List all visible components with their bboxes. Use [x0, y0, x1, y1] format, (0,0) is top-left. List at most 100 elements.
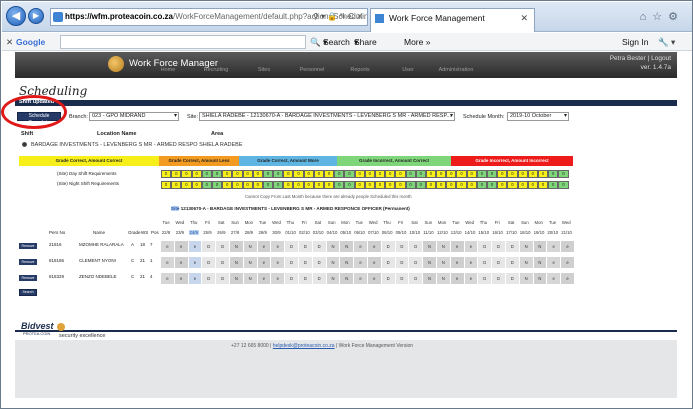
shift-cell[interactable]: D — [395, 241, 410, 252]
shift-cell[interactable]: D — [202, 273, 217, 284]
shift-cell[interactable]: D — [312, 241, 327, 252]
shift-cell[interactable]: e — [188, 241, 203, 252]
helpdesk-link[interactable]: helpdesk@proteacoin.co.za — [273, 343, 335, 349]
nav-user[interactable]: User — [383, 67, 433, 73]
shift-cell[interactable]: e — [354, 273, 368, 284]
shift-cell[interactable]: e — [450, 241, 465, 252]
shift-cell[interactable]: D — [285, 257, 299, 268]
shift-cell[interactable]: e — [547, 241, 562, 252]
shift-cell[interactable]: N — [229, 273, 244, 284]
shift-cell[interactable]: N — [340, 257, 355, 268]
tab-close-icon[interactable]: ✕ — [520, 9, 528, 27]
shift-cell[interactable]: D — [381, 257, 396, 268]
shift-cell[interactable]: e — [174, 257, 189, 268]
shift-cell[interactable]: D — [505, 257, 520, 268]
shift-cell[interactable]: e — [367, 241, 382, 252]
shift-cell[interactable]: N — [533, 257, 548, 268]
shift-cell[interactable]: D — [312, 257, 327, 268]
shift-cell[interactable]: D — [505, 273, 520, 284]
nav-home[interactable]: Home — [143, 67, 193, 73]
address-tools-icon[interactable]: ⚲ ▾ 🔒 ✎ C ✕ — [313, 9, 363, 25]
shift-cell[interactable]: D — [478, 241, 493, 252]
branch-select[interactable]: 023 - GPO MIDRAND — [89, 112, 179, 121]
shift-cell[interactable]: N — [243, 241, 258, 252]
wrench-icon[interactable]: 🔧 ▾ — [658, 33, 675, 51]
user-logout[interactable]: Petra Bester | Logout — [610, 54, 671, 63]
shift-cell[interactable]: e — [450, 257, 465, 268]
shift-cell[interactable]: D — [298, 241, 313, 252]
shift-cell[interactable]: N — [423, 241, 437, 252]
nav-sites[interactable]: Sites — [239, 67, 289, 73]
shift-cell[interactable]: N — [326, 241, 341, 252]
shift-cell[interactable]: e — [174, 241, 189, 252]
shift-cell[interactable]: e — [188, 273, 203, 284]
shift-cell[interactable]: e — [188, 257, 203, 268]
shift-cell[interactable]: N — [229, 241, 244, 252]
shift-cell[interactable]: e — [271, 257, 286, 268]
shift-cell[interactable]: D — [409, 273, 424, 284]
shift-cell[interactable]: N — [519, 241, 534, 252]
shift-cell[interactable]: D — [381, 273, 396, 284]
more-button[interactable]: More » — [404, 33, 430, 51]
shift-cell[interactable]: N — [519, 257, 534, 268]
shift-cell[interactable]: e — [547, 257, 562, 268]
nav-recruiting[interactable]: Recruiting — [191, 67, 241, 73]
site-select[interactable]: SHIELA RADEBE - 12130670-A - BARDAGE INV… — [199, 112, 455, 121]
shift-cell[interactable]: e — [561, 257, 575, 268]
shift-cell[interactable]: N — [243, 257, 258, 268]
shift-cell[interactable]: D — [285, 273, 299, 284]
shift-cell[interactable]: N — [436, 241, 451, 252]
shift-cell[interactable]: D — [395, 257, 410, 268]
shift-cell[interactable]: D — [216, 241, 230, 252]
shift-cell[interactable]: N — [423, 257, 437, 268]
shift-cell[interactable]: D — [285, 241, 299, 252]
shift-cell[interactable]: D — [381, 241, 396, 252]
shift-cell[interactable]: N — [519, 273, 534, 284]
remove-button[interactable]: Remove — [19, 275, 37, 281]
shift-cell[interactable]: e — [547, 273, 562, 284]
google-search-input[interactable] — [60, 35, 306, 49]
shift-cell[interactable]: e — [561, 241, 575, 252]
shift-cell[interactable]: e — [450, 273, 465, 284]
shift-cell[interactable]: N — [436, 257, 451, 268]
forward-icon[interactable]: ▶ — [28, 8, 44, 24]
shift-cell[interactable]: e — [367, 257, 382, 268]
nav-reports[interactable]: Reports — [335, 67, 385, 73]
remove-button[interactable]: Remove — [19, 259, 37, 265]
shift-cell[interactable]: e — [271, 273, 286, 284]
shift-cell[interactable]: e — [354, 257, 368, 268]
shift-cell[interactable]: e — [161, 273, 175, 284]
shift-cell[interactable]: D — [409, 241, 424, 252]
shift-cell[interactable]: e — [354, 241, 368, 252]
location-radio[interactable] — [22, 142, 27, 147]
shift-cell[interactable]: D — [478, 257, 493, 268]
back-icon[interactable]: ◀ — [6, 6, 26, 26]
shift-cell[interactable]: N — [423, 273, 437, 284]
shift-cell[interactable]: e — [464, 273, 479, 284]
shift-cell[interactable]: D — [216, 273, 230, 284]
shift-cell[interactable]: N — [340, 273, 355, 284]
shift-cell[interactable]: D — [505, 241, 520, 252]
shift-cell[interactable]: N — [436, 273, 451, 284]
remove-button[interactable]: Remove — [19, 243, 37, 249]
home-favorites-settings-icons[interactable]: ⌂☆⚙ — [640, 10, 684, 23]
shift-cell[interactable]: D — [216, 257, 230, 268]
shift-cell[interactable]: N — [243, 273, 258, 284]
shift-cell[interactable]: e — [561, 273, 575, 284]
shift-cell[interactable]: D — [492, 257, 506, 268]
schedule-month-select[interactable]: 2019-10 October — [507, 112, 569, 121]
shift-cell[interactable]: D — [298, 273, 313, 284]
address-bar[interactable]: https://wfm.proteacoin.co.za/WorkForceMa… — [50, 8, 368, 26]
sign-in-link[interactable]: Sign In — [622, 33, 648, 51]
shift-cell[interactable]: N — [533, 273, 548, 284]
shift-cell[interactable]: D — [202, 257, 217, 268]
shift-cell[interactable]: D — [202, 241, 217, 252]
shift-cell[interactable]: D — [492, 241, 506, 252]
shift-cell[interactable]: e — [174, 273, 189, 284]
shift-cell[interactable]: D — [312, 273, 327, 284]
shift-cell[interactable]: e — [257, 273, 272, 284]
share-button[interactable]: Share ▾ — [354, 33, 377, 51]
close-toolbar-icon[interactable]: ✕ — [6, 33, 13, 51]
shift-cell[interactable]: D — [298, 257, 313, 268]
shift-cell[interactable]: D — [492, 273, 506, 284]
